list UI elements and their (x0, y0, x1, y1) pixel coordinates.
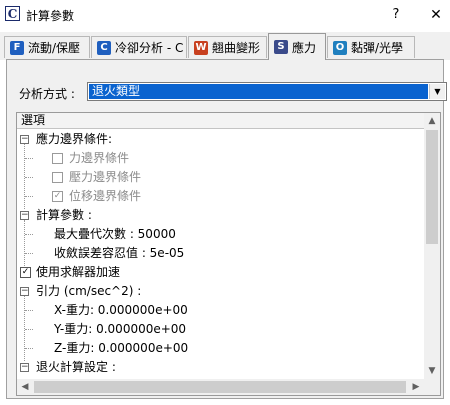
options-tree: 選項 − 應力邊界條件: 力邊界條件 壓力邊界條件 ✓ 位移邊界條件 − 計算參… (16, 112, 441, 396)
row-label: 收斂誤差容忍值 : 5e-05 (54, 246, 185, 260)
horizontal-scrollbar[interactable]: ◀ ▶ (17, 379, 424, 395)
app-icon: C (5, 6, 20, 21)
tab-label: 冷卻分析 - C (115, 41, 184, 55)
tab-label: 應力 (292, 40, 317, 55)
group-calc-params[interactable]: − 計算參數 : (17, 206, 424, 225)
value-y-gravity[interactable]: Y-重力: 0.000000e+00 (17, 320, 424, 339)
option-pressure-boundary[interactable]: 壓力邊界條件 (17, 168, 424, 187)
collapse-icon[interactable]: − (20, 135, 29, 144)
scroll-down-icon[interactable]: ▼ (424, 363, 440, 379)
tab-strip: F 流動/保壓 C 冷卻分析 - C W 翹曲變形 S 應力 O 黏彈/光學 (0, 32, 450, 60)
tab-cooling[interactable]: C 冷卻分析 - C (91, 36, 187, 58)
option-solver-acceleration[interactable]: ✓ 使用求解器加速 (17, 263, 424, 282)
tab-stress[interactable]: S 應力 (268, 33, 326, 60)
checkbox-displacement-boundary[interactable]: ✓ (52, 191, 63, 202)
options-header: 選項 (17, 113, 424, 129)
row-label: 最大疊代次數 : 50000 (54, 227, 176, 241)
checkbox-pressure-boundary[interactable] (52, 172, 63, 183)
help-button[interactable]: ? (386, 5, 406, 25)
row-label: 引力 (cm/sec^2) : (36, 284, 142, 298)
collapse-icon[interactable]: − (20, 287, 29, 296)
row-label: 使用求解器加速 (36, 265, 121, 279)
tab-warpage[interactable]: W 翹曲變形 (188, 36, 267, 58)
horizontal-scroll-thumb[interactable] (34, 381, 406, 393)
tab-label: 翹曲變形 (212, 41, 261, 55)
tab-flow-packing[interactable]: F 流動/保壓 (4, 36, 90, 58)
row-label: Z-重力: 0.000000e+00 (54, 341, 189, 355)
value-convergence-tolerance[interactable]: 收斂誤差容忍值 : 5e-05 (17, 244, 424, 263)
row-label: 力邊界條件 (69, 151, 130, 165)
scrollbar-corner (424, 379, 440, 395)
collapse-icon[interactable]: − (20, 211, 29, 220)
window-title: 計算參數 (26, 9, 75, 23)
collapse-icon[interactable]: − (20, 363, 29, 372)
method-dropdown[interactable]: 退火類型 ▼ (87, 82, 447, 101)
vertical-scroll-thumb[interactable] (426, 130, 438, 244)
row-label: X-重力: 0.000000e+00 (54, 303, 188, 317)
option-displacement-boundary[interactable]: ✓ 位移邊界條件 (17, 187, 424, 206)
scroll-left-icon[interactable]: ◀ (17, 379, 33, 395)
value-max-iterations[interactable]: 最大疊代次數 : 50000 (17, 225, 424, 244)
stress-icon: S (274, 40, 288, 54)
warp-icon: W (194, 40, 208, 55)
row-label: 計算參數 : (36, 208, 92, 222)
close-button[interactable]: ✕ (426, 5, 446, 25)
scroll-up-icon[interactable]: ▲ (424, 113, 440, 129)
checkbox-solver-acceleration[interactable]: ✓ (20, 267, 31, 278)
title-bar: C 計算參數 ? ✕ (0, 0, 450, 30)
group-gravity[interactable]: − 引力 (cm/sec^2) : (17, 282, 424, 301)
scroll-right-icon[interactable]: ▶ (408, 379, 424, 395)
flow-icon: F (10, 40, 24, 55)
row-label: 位移邊界條件 (69, 189, 142, 203)
row-label: 退火計算設定 : (36, 360, 116, 374)
tab-viscoelastic-optical[interactable]: O 黏彈/光學 (327, 36, 415, 58)
chevron-down-icon[interactable]: ▼ (429, 84, 445, 99)
group-stress-boundary[interactable]: − 應力邊界條件: (17, 130, 424, 149)
cool-icon: C (97, 40, 111, 55)
method-label: 分析方式 : (19, 87, 75, 101)
row-label: Y-重力: 0.000000e+00 (54, 322, 187, 336)
method-value: 退火類型 (89, 84, 428, 99)
checkbox-force-boundary[interactable] (52, 153, 63, 164)
row-label: 壓力邊界條件 (69, 170, 142, 184)
vertical-scrollbar[interactable]: ▲ ▼ (424, 113, 440, 379)
row-label: 應力邊界條件: (36, 132, 113, 146)
optics-icon: O (333, 40, 347, 55)
tab-label: 流動/保壓 (28, 41, 81, 55)
tab-label: 黏彈/光學 (351, 41, 404, 55)
option-force-boundary[interactable]: 力邊界條件 (17, 149, 424, 168)
group-annealing-settings[interactable]: − 退火計算設定 : (17, 358, 424, 377)
value-x-gravity[interactable]: X-重力: 0.000000e+00 (17, 301, 424, 320)
value-z-gravity[interactable]: Z-重力: 0.000000e+00 (17, 339, 424, 358)
